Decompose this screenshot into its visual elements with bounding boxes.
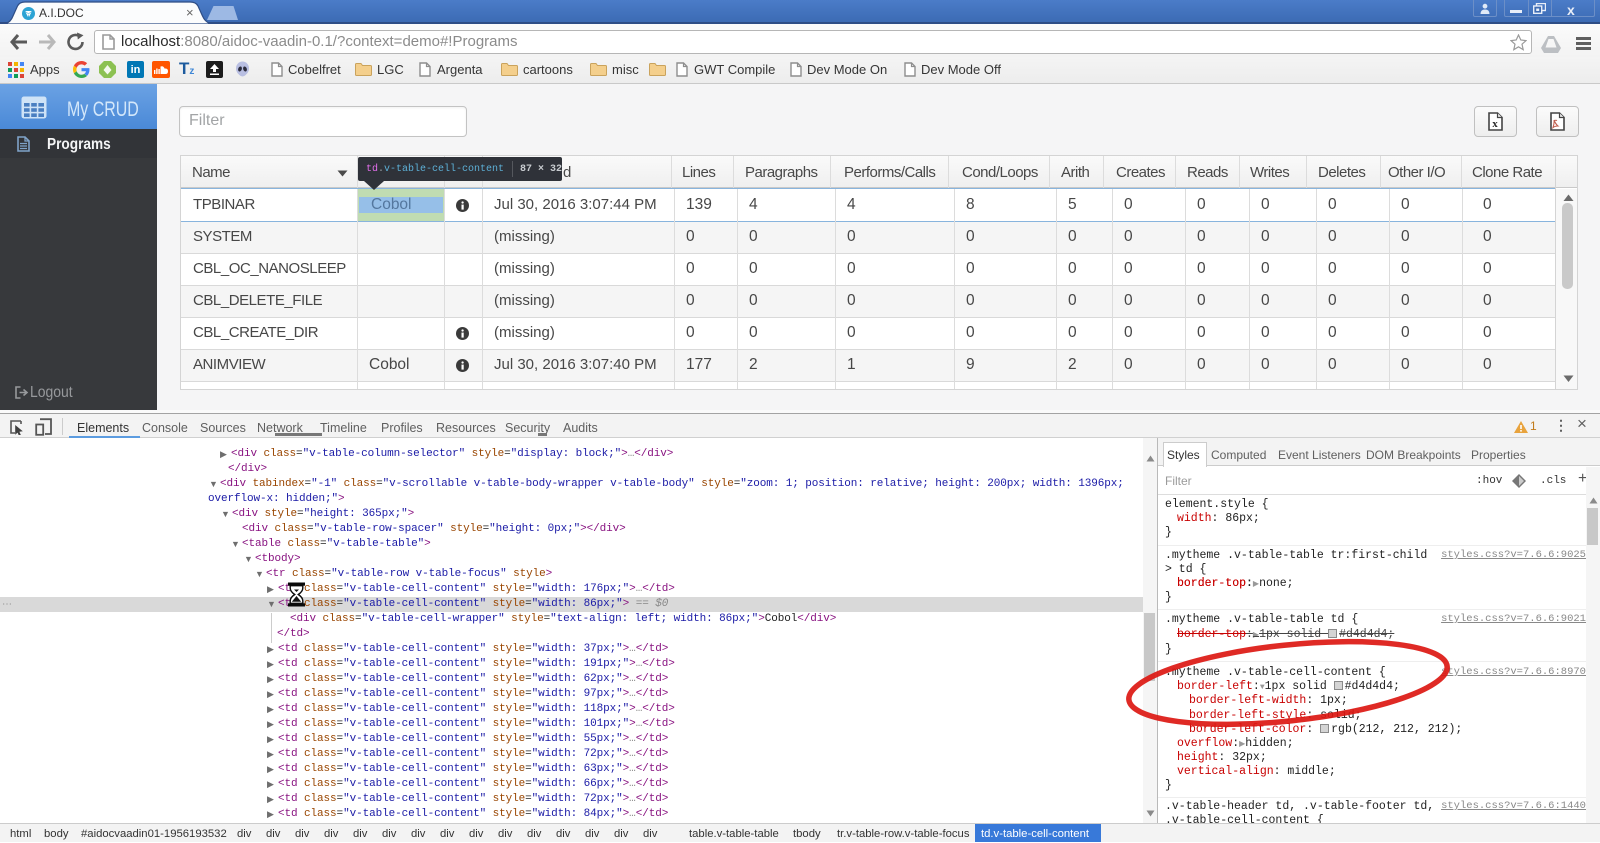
svg-text:x: x (1492, 118, 1498, 130)
